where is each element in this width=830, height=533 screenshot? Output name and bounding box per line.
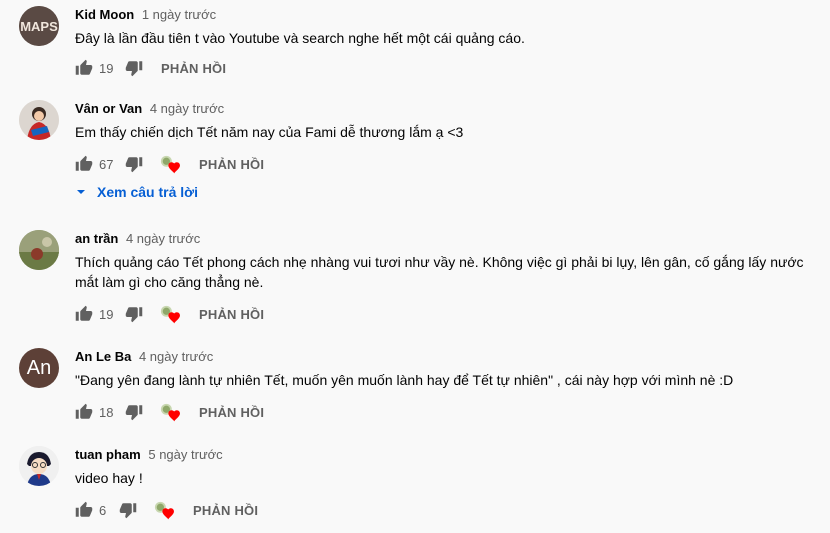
view-replies-button[interactable]: Xem câu trả lời [75,184,198,200]
reply-button[interactable]: PHẢN HỒI [193,503,258,518]
reply-button[interactable]: PHẢN HỒI [199,405,264,420]
reply-button[interactable]: PHẢN HỒI [199,307,264,322]
comment-author[interactable]: Vân or Van [75,101,142,116]
dislike-icon[interactable] [125,155,143,173]
like-icon[interactable] [75,501,93,519]
comment-text: "Đang yên đang lành tự nhiên Tết, muốn y… [75,372,734,388]
comment-author[interactable]: An Le Ba [75,349,131,364]
creator-heart-icon [159,154,181,174]
avatar-image: MAPS [19,6,59,46]
comment-author[interactable]: Kid Moon [75,7,134,22]
like-count: 67 [99,156,114,172]
creator-heart-icon [159,402,181,422]
like-count: 19 [99,60,114,76]
like-count: 6 [99,502,107,518]
avatar-text: MAPS [20,19,58,34]
avatar[interactable] [19,100,59,140]
comment-time[interactable]: 5 ngày trước [148,447,222,462]
comment-text: video hay ! [75,470,143,486]
avatar[interactable]: MAPS [19,6,59,46]
comment-author[interactable]: tuan pham [75,447,141,462]
avatar-initials: An [26,356,52,379]
view-replies-label: Xem câu trả lời [97,184,198,200]
reply-button[interactable]: PHẢN HỒI [161,61,226,76]
comment-text: Đây là lần đầu tiên t vào Youtube và sea… [75,30,525,46]
avatar-image [19,100,59,140]
dislike-icon[interactable] [119,501,137,519]
dislike-icon[interactable] [125,59,143,77]
like-count: 18 [99,404,114,420]
dislike-icon[interactable] [125,305,143,323]
comment-time[interactable]: 4 ngày trước [126,231,200,246]
like-count: 19 [99,306,114,322]
comment-text: Em thấy chiến dịch Tết năm nay của Fami … [75,124,464,140]
avatar[interactable]: An [19,348,59,388]
comment-time[interactable]: 4 ngày trước [139,349,213,364]
like-icon[interactable] [75,155,93,173]
comment-text: Thích quảng cáo Tết phong cách nhẹ nhàng… [75,254,804,290]
avatar-image [19,230,59,270]
like-icon[interactable] [75,305,93,323]
like-icon[interactable] [75,403,93,421]
reply-button[interactable]: PHẢN HỒI [199,157,264,172]
creator-heart-icon [153,500,175,520]
avatar[interactable] [19,446,59,486]
chevron-down-icon [77,190,85,194]
avatar[interactable] [19,230,59,270]
comment-time[interactable]: 1 ngày trước [142,7,216,22]
creator-heart-icon [159,304,181,324]
avatar-image [19,446,59,486]
dislike-icon[interactable] [125,403,143,421]
like-icon[interactable] [75,59,93,77]
comment-time[interactable]: 4 ngày trước [150,101,224,116]
comment-author[interactable]: an trần [75,231,118,246]
